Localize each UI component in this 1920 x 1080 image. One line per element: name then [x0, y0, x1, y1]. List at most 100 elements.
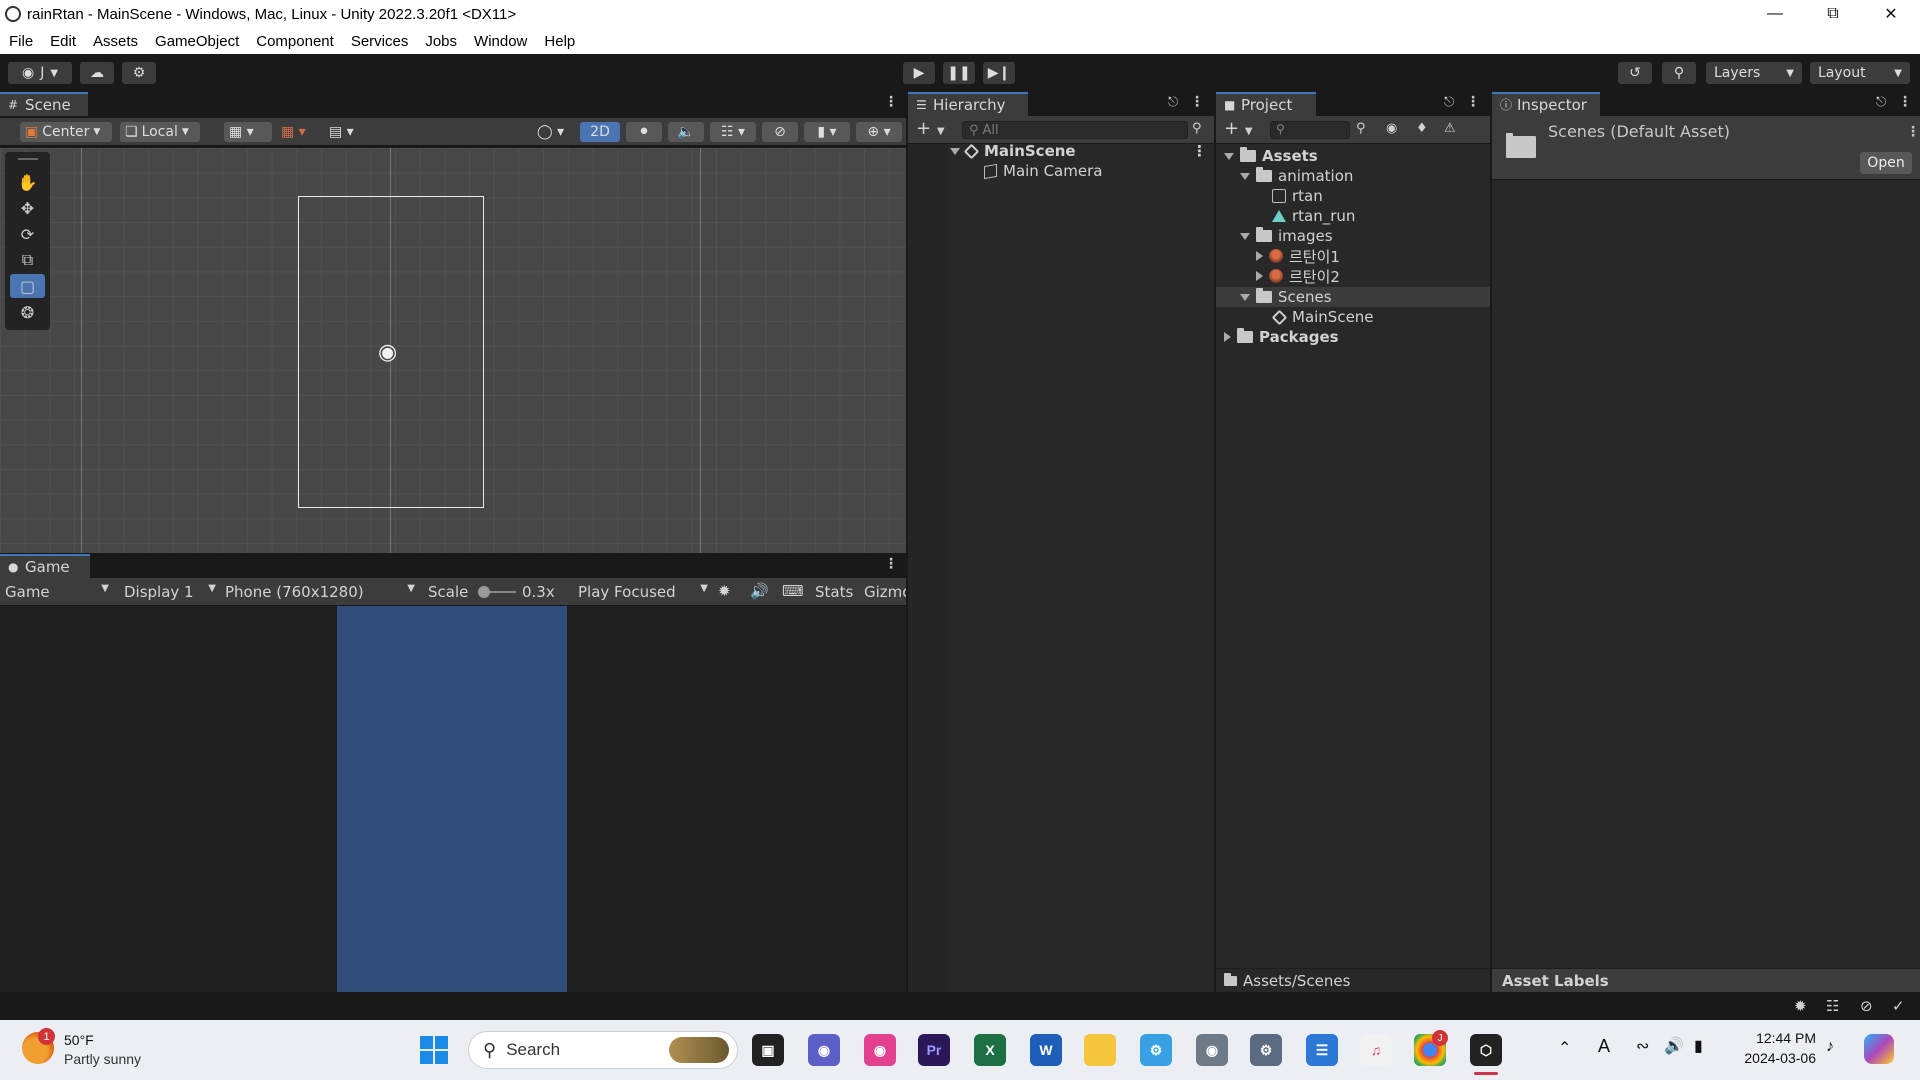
search-button[interactable]: ⚲ — [1662, 62, 1696, 84]
weather-desc[interactable]: Partly sunny — [64, 1051, 141, 1067]
search-by-type-icon[interactable]: ⚲ — [1356, 121, 1366, 136]
camera-gizmo-icon[interactable]: ◉ — [378, 340, 397, 365]
photo-app-icon[interactable]: ◉ — [864, 1034, 896, 1066]
inspector-asset-menu-icon[interactable]: ⋮ — [1906, 124, 1920, 140]
scale-slider[interactable] — [478, 586, 516, 598]
copilot-icon[interactable] — [1864, 1034, 1894, 1064]
filter-icon[interactable]: ◉ — [1386, 121, 1397, 136]
scene-root-row[interactable]: MainScene ⋮ — [950, 141, 1210, 161]
project-asset-item[interactable]: 르탄이1 — [1256, 246, 1340, 266]
lock-icon[interactable]: ⎋ — [1444, 95, 1454, 110]
stats-button[interactable]: Stats — [815, 583, 853, 601]
menu-jobs[interactable]: Jobs — [416, 33, 465, 50]
notepad-icon[interactable]: ☰ — [1306, 1034, 1338, 1066]
itunes-icon[interactable]: ♫ — [1360, 1034, 1392, 1066]
keyboard-icon[interactable]: ⌨ — [782, 582, 804, 600]
menu-gameobject[interactable]: GameObject — [146, 33, 247, 50]
rect-tool-icon[interactable]: ▢ — [10, 274, 45, 298]
lighting-toggle[interactable]: ⚫ — [626, 122, 662, 142]
hidden-objects-toggle[interactable]: ⊘ — [762, 122, 798, 142]
tab-hierarchy[interactable]: ☰ Hierarchy — [908, 92, 1028, 116]
tab-scene[interactable]: # Scene — [0, 92, 88, 116]
label-icon[interactable]: ♦ — [1416, 121, 1428, 136]
toggle-2d-button[interactable]: 2D — [580, 122, 620, 142]
file-explorer-icon[interactable] — [1084, 1034, 1116, 1066]
bug-icon[interactable]: ✹ — [718, 582, 731, 600]
effects-dropdown[interactable]: ☷ ▾ — [710, 122, 756, 142]
account-dropdown[interactable]: ◉ J ▼ — [8, 62, 72, 84]
drag-handle[interactable] — [18, 158, 38, 160]
collapse-arrow-icon[interactable] — [1256, 271, 1263, 281]
project-folder-images[interactable]: images — [1240, 226, 1333, 246]
space-dropdown[interactable]: ❏ Local ▼ — [120, 122, 200, 142]
create-dropdown[interactable]: + ▼ — [916, 118, 945, 139]
cloud-button[interactable]: ☁ — [80, 62, 114, 84]
pause-button[interactable]: ❚❚ — [943, 62, 975, 84]
move-tool-icon[interactable]: ✥ — [10, 196, 45, 220]
project-asset-item[interactable]: MainScene — [1271, 307, 1374, 327]
hierarchy-menu-icon[interactable]: ⋮ — [1190, 94, 1204, 110]
wifi-icon[interactable]: ∾ — [1636, 1036, 1649, 1056]
hierarchy-item[interactable]: Main Camera — [984, 161, 1102, 181]
bug-status-icon[interactable]: ✹ — [1794, 997, 1807, 1015]
restore-button[interactable]: ⧉ — [1804, 0, 1862, 28]
clock-date[interactable]: 2024-03-06 — [1736, 1050, 1816, 1066]
minimize-button[interactable]: — — [1746, 0, 1804, 28]
menu-services[interactable]: Services — [342, 33, 417, 50]
camera-dropdown[interactable]: ▮ ▾ — [804, 122, 850, 142]
scale-slider-thumb[interactable] — [478, 586, 490, 598]
expand-arrow-icon[interactable] — [950, 147, 960, 155]
display-dropdown[interactable]: Display 1 ▼ — [124, 583, 216, 601]
project-create-dropdown[interactable]: + ▼ — [1224, 118, 1253, 139]
word-icon[interactable]: W — [1030, 1034, 1062, 1066]
tab-project[interactable]: ■ Project — [1216, 92, 1316, 116]
tab-inspector[interactable]: ⓘ Inspector — [1492, 92, 1600, 116]
play-focus-dropdown[interactable]: Play Focused ▼ — [578, 583, 708, 601]
expand-arrow-icon[interactable] — [1240, 232, 1250, 240]
project-folder-animation[interactable]: animation — [1240, 166, 1353, 186]
weather-temp[interactable]: 50°F — [64, 1032, 94, 1048]
premiere-pro-icon[interactable]: Pr — [918, 1034, 950, 1066]
clock-time[interactable]: 12:44 PM — [1740, 1030, 1816, 1046]
rotate-tool-icon[interactable]: ⟳ — [10, 222, 45, 246]
scene-menu-icon[interactable]: ⋮ — [884, 94, 898, 110]
collapse-arrow-icon[interactable] — [1256, 251, 1263, 261]
project-search-input[interactable]: ⚲ — [1270, 121, 1350, 139]
draw-mode-dropdown[interactable]: ◯ ▾ — [532, 122, 574, 142]
network-icon[interactable]: ⊘ — [1860, 997, 1873, 1015]
pivot-dropdown[interactable]: ▣ Center ▼ — [20, 122, 112, 142]
project-menu-icon[interactable]: ⋮ — [1466, 94, 1480, 110]
scale-tool-icon[interactable]: ⧉ — [10, 248, 45, 272]
ime-indicator[interactable]: A — [1598, 1036, 1610, 1057]
scene-viewport[interactable]: ◉ — [0, 148, 906, 553]
step-button[interactable]: ▶❙ — [983, 62, 1015, 84]
lock-icon[interactable]: ⎋ — [1168, 95, 1178, 110]
warning-filter-icon[interactable]: ⚠ — [1444, 121, 1456, 136]
camera-app-icon[interactable]: ◉ — [1196, 1034, 1228, 1066]
cache-server-icon[interactable]: ☷ — [1826, 997, 1839, 1015]
collab-settings-button[interactable]: ⚙ — [122, 62, 156, 84]
menu-edit[interactable]: Edit — [41, 33, 84, 50]
search-options-icon[interactable]: ⚲ — [1192, 121, 1202, 136]
expand-arrow-icon[interactable] — [1240, 293, 1250, 301]
menu-component[interactable]: Component — [247, 33, 342, 50]
teams-chat-icon[interactable]: ◉ — [808, 1034, 840, 1066]
volume-icon[interactable]: 🔊 — [1664, 1036, 1684, 1056]
increment-snap-button[interactable]: ▦ ▾ — [276, 122, 320, 142]
project-folder-scenes[interactable]: Scenes — [1240, 287, 1332, 307]
menu-help[interactable]: Help — [535, 33, 583, 50]
gizmos-dropdown[interactable]: ⊕ ▾ — [856, 122, 902, 142]
grid-visibility-button[interactable]: ▤ ▾ — [324, 122, 370, 142]
menu-window[interactable]: Window — [465, 33, 535, 50]
expand-arrow-icon[interactable] — [1240, 172, 1250, 180]
play-button[interactable]: ▶ — [903, 62, 935, 84]
scene-options-icon[interactable]: ⋮ — [1192, 142, 1207, 160]
expand-arrow-icon[interactable] — [1224, 152, 1234, 160]
chevron-up-icon[interactable]: ⌃ — [1558, 1038, 1571, 1058]
audio-toggle[interactable]: 🔈 — [668, 122, 704, 142]
settings-app-icon[interactable]: ⚙ — [1250, 1034, 1282, 1066]
battery-icon[interactable]: ▮ — [1694, 1036, 1703, 1056]
transform-tool-icon[interactable]: ❂ — [10, 300, 45, 324]
lock-icon[interactable]: ⎋ — [1876, 95, 1886, 110]
hierarchy-search-input[interactable]: ⚲ All — [962, 121, 1188, 139]
